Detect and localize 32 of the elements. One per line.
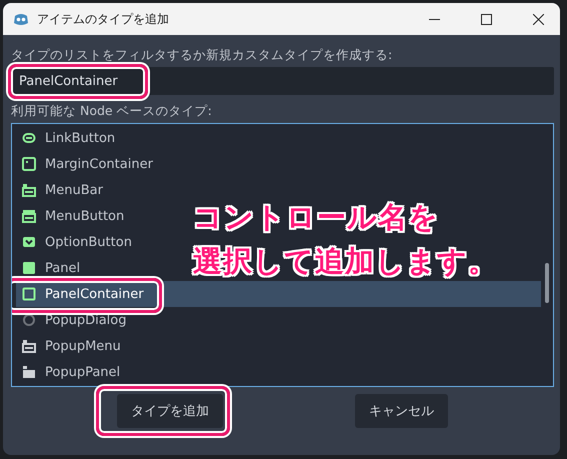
list-item[interactable]: PopupDialog <box>16 307 132 333</box>
list-item[interactable]: MarginContainer <box>16 151 159 177</box>
dialog-button[interactable]: タイプを追加 <box>117 394 223 428</box>
margin-icon <box>22 157 36 171</box>
link-icon <box>22 131 36 145</box>
annotation-text: 選択して追加します。 <box>193 243 498 280</box>
list-item[interactable]: Panel <box>16 255 86 281</box>
panel-container-icon <box>22 287 36 301</box>
scrollbar-thumb[interactable] <box>545 263 549 303</box>
popup-menu-icon <box>22 339 36 353</box>
menu-bar-icon <box>22 183 36 197</box>
list-item[interactable]: LinkButton <box>16 125 122 151</box>
robot-logo-icon <box>13 12 29 26</box>
list-item[interactable]: PanelContainer <box>16 281 541 307</box>
filter-label: タイプのリストをフィルタするか新規カスタムタイプを作成する: <box>11 46 394 64</box>
menu-button-icon <box>22 209 36 223</box>
list-item[interactable]: OptionButton <box>16 229 138 255</box>
annotation-text: コントロール名を <box>193 199 439 236</box>
window-title: アイテムのタイプを追加 <box>37 10 170 28</box>
list-item[interactable]: PopupPanel <box>16 359 126 385</box>
panel-icon <box>22 261 36 275</box>
list-item[interactable]: PopupMenu <box>16 333 127 359</box>
list-item[interactable]: MenuButton <box>16 203 130 229</box>
dropdown-icon <box>22 235 36 249</box>
list-label: 利用可能な Node ベースのタイプ: <box>11 102 213 120</box>
dialog-button[interactable]: キャンセル <box>355 394 448 428</box>
search-field[interactable]: PanelContainer <box>11 67 554 95</box>
popup-panel-icon <box>22 365 36 379</box>
close-icon[interactable] <box>532 14 544 24</box>
circle-icon <box>22 313 36 327</box>
list-item[interactable]: MenuBar <box>16 177 109 203</box>
maximize-icon[interactable] <box>480 14 492 24</box>
